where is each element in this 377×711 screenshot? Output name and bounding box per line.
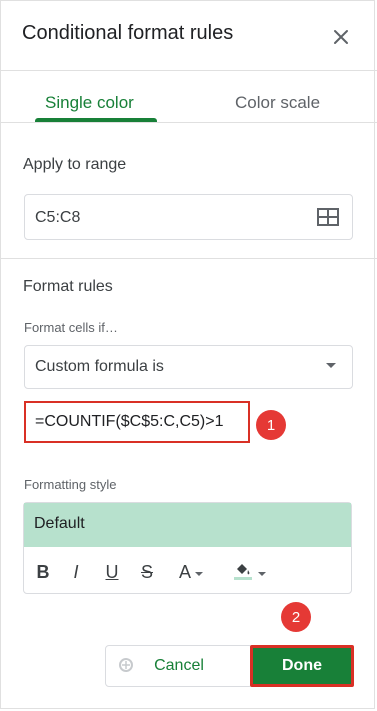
header-divider	[0, 70, 377, 71]
annotation-badge-2: 2	[281, 602, 311, 632]
fill-color-button[interactable]	[228, 560, 270, 584]
range-value[interactable]: C5:C8	[35, 209, 80, 227]
tab-single-color[interactable]: Single color	[45, 93, 134, 113]
text-color-label: A	[178, 561, 191, 582]
tabs-divider	[0, 122, 377, 123]
italic-button[interactable]: I	[66, 560, 86, 584]
annotation-badge-1: 1	[256, 410, 286, 440]
close-icon[interactable]	[328, 24, 354, 50]
text-color-button[interactable]: A	[172, 560, 210, 584]
format-cells-if-label: Format cells if…	[24, 320, 118, 335]
panel-title: Conditional format rules	[22, 22, 234, 44]
formatting-style-label: Formatting style	[24, 477, 117, 492]
section-divider	[0, 258, 377, 259]
bold-button[interactable]: B	[33, 560, 53, 584]
done-button[interactable]: Done	[250, 645, 354, 687]
formula-value[interactable]: =COUNTIF($C$5:C,C5)>1	[35, 413, 224, 431]
format-rules-label: Format rules	[23, 278, 113, 295]
chevron-down-icon	[258, 572, 266, 576]
underline-button[interactable]: U	[102, 560, 122, 584]
fill-color-icon	[232, 559, 254, 586]
chevron-down-icon	[195, 572, 203, 576]
chevron-down-icon[interactable]	[326, 363, 336, 368]
style-preview-text[interactable]: Default	[34, 515, 85, 533]
strikethrough-button[interactable]: S	[137, 560, 157, 584]
apply-range-label: Apply to range	[23, 156, 127, 173]
grid-icon[interactable]	[317, 208, 339, 231]
cancel-button[interactable]: Cancel	[105, 645, 253, 687]
condition-value[interactable]: Custom formula is	[35, 358, 164, 376]
tab-color-scale[interactable]: Color scale	[235, 93, 320, 113]
